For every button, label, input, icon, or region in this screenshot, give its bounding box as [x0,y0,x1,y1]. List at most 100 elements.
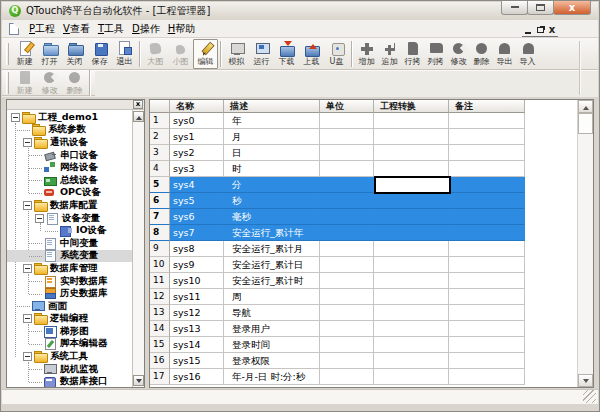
table-row[interactable]: 9 sys8 安全运行_累计月 [150,241,525,257]
column-header[interactable]: 名称 [170,100,224,113]
table-row[interactable]: 17 sys16 年-月-日 时:分:秒 [150,369,525,385]
tree-item[interactable]: 通讯设备 [7,136,132,149]
tree-item[interactable]: 画面 [7,300,132,313]
row-number-cell[interactable]: 9 [150,241,170,257]
row-number-cell[interactable]: 6 [150,193,170,209]
unit-cell[interactable] [320,177,374,193]
tree-expander-icon[interactable] [23,352,32,361]
menu-item[interactable]: D操作 [128,20,164,38]
name-cell[interactable]: sys5 [170,193,224,209]
tree-item[interactable]: IO设备 [7,224,132,237]
name-cell[interactable]: sys1 [170,129,224,145]
description-cell[interactable]: 周 [224,289,320,305]
table-row[interactable]: 14 sys13 登录用户 [150,321,525,337]
note-cell[interactable] [449,305,525,321]
tree-expander-icon[interactable] [23,314,32,323]
row-number-cell[interactable]: 17 [150,369,170,385]
column-header[interactable]: 单位 [320,100,374,113]
description-cell[interactable]: 安全运行_累计日 [224,257,320,273]
description-cell[interactable]: 日 [224,145,320,161]
toolbar-button[interactable]: 修改 [37,68,62,98]
menu-item[interactable]: P工程 [25,20,59,38]
conversion-cell[interactable] [374,289,449,305]
table-row[interactable]: 16 sys15 登录权限 [150,353,525,369]
conversion-cell[interactable] [374,257,449,273]
row-number-cell[interactable]: 4 [150,161,170,177]
description-cell[interactable]: 安全运行_累计月 [224,241,320,257]
row-number-cell[interactable]: 15 [150,337,170,353]
name-cell[interactable]: sys0 [170,113,224,129]
unit-cell[interactable] [320,289,374,305]
tree-item[interactable]: 设备变量 [7,212,132,225]
name-cell[interactable]: sys3 [170,161,224,177]
tree-expander-icon[interactable] [35,214,44,223]
toolbar-button[interactable]: 追加 [378,39,401,69]
name-cell[interactable]: sys2 [170,145,224,161]
toolbar-button[interactable]: U盘 [324,39,349,69]
tree-expander-icon[interactable] [23,264,32,273]
tree-panel-close-button[interactable]: x [133,100,143,109]
toolbar-button[interactable]: 编辑 [193,39,218,69]
unit-cell[interactable] [320,161,374,177]
table-scrollbar[interactable] [577,100,593,387]
row-number-cell[interactable]: 5 [150,177,170,193]
conversion-cell[interactable] [374,225,449,241]
mdi-restore-button[interactable] [534,24,546,35]
mdi-minimize-button[interactable] [522,24,534,35]
table-row[interactable]: 15 sys14 登录时间 [150,337,525,353]
table-scroll-thumb[interactable] [578,113,593,134]
description-cell[interactable]: 登录用户 [224,321,320,337]
toolbar-button[interactable]: 运行 [249,39,274,69]
toolbar-button[interactable]: 导出 [493,39,516,69]
unit-cell[interactable] [320,273,374,289]
row-number-cell[interactable]: 13 [150,305,170,321]
name-cell[interactable]: sys15 [170,353,224,369]
toolbar-button[interactable]: 模拟 [224,39,249,69]
unit-cell[interactable] [320,257,374,273]
unit-cell[interactable] [320,369,374,385]
toolbar-button[interactable]: 小图 [168,39,193,69]
table-row[interactable]: 2 sys1 月 [150,129,525,145]
note-cell[interactable] [449,113,525,129]
name-cell[interactable]: sys12 [170,305,224,321]
table-row[interactable]: 7 sys6 毫秒 [150,209,525,225]
toolbar-button[interactable]: 列拷 [424,39,447,69]
tree-item[interactable]: 数据库接口 [7,375,132,387]
note-cell[interactable] [449,129,525,145]
conversion-cell[interactable] [374,193,449,209]
unit-cell[interactable] [320,305,374,321]
unit-cell[interactable] [320,321,374,337]
unit-cell[interactable] [320,209,374,225]
unit-cell[interactable] [320,145,374,161]
description-cell[interactable]: 年-月-日 时:分:秒 [224,369,320,385]
tree-item[interactable]: 梯形图 [7,325,132,338]
unit-cell[interactable] [320,113,374,129]
toolbar-grip[interactable] [6,72,9,94]
conversion-cell[interactable] [374,353,449,369]
table-row[interactable]: 5 sys4 分 [150,177,525,193]
tree-item[interactable]: 历史数据库 [7,287,132,300]
tree-item[interactable]: 中间变量 [7,237,132,250]
toolbar-button[interactable]: 上载 [299,39,324,69]
toolbar-button[interactable]: 新建 [12,68,37,98]
table-row[interactable]: 1 sys0 年 [150,113,525,129]
note-cell[interactable] [449,161,525,177]
unit-cell[interactable] [320,193,374,209]
toolbar-button[interactable]: 增加 [355,39,378,69]
note-cell[interactable] [449,177,525,193]
name-cell[interactable]: sys11 [170,289,224,305]
note-cell[interactable] [449,257,525,273]
unit-cell[interactable] [320,241,374,257]
tree-item[interactable]: 系统参数 [7,124,132,137]
conversion-cell[interactable] [374,129,449,145]
menu-item[interactable]: V查看 [59,20,94,38]
resize-grip[interactable] [583,390,596,403]
note-cell[interactable] [449,353,525,369]
tree-expander-icon[interactable] [23,138,32,147]
name-cell[interactable]: sys4 [170,177,224,193]
conversion-cell[interactable] [374,241,449,257]
name-cell[interactable]: sys10 [170,273,224,289]
conversion-cell[interactable] [374,209,449,225]
tree-item[interactable]: 工程_demo1 [7,111,132,124]
note-cell[interactable] [449,193,525,209]
